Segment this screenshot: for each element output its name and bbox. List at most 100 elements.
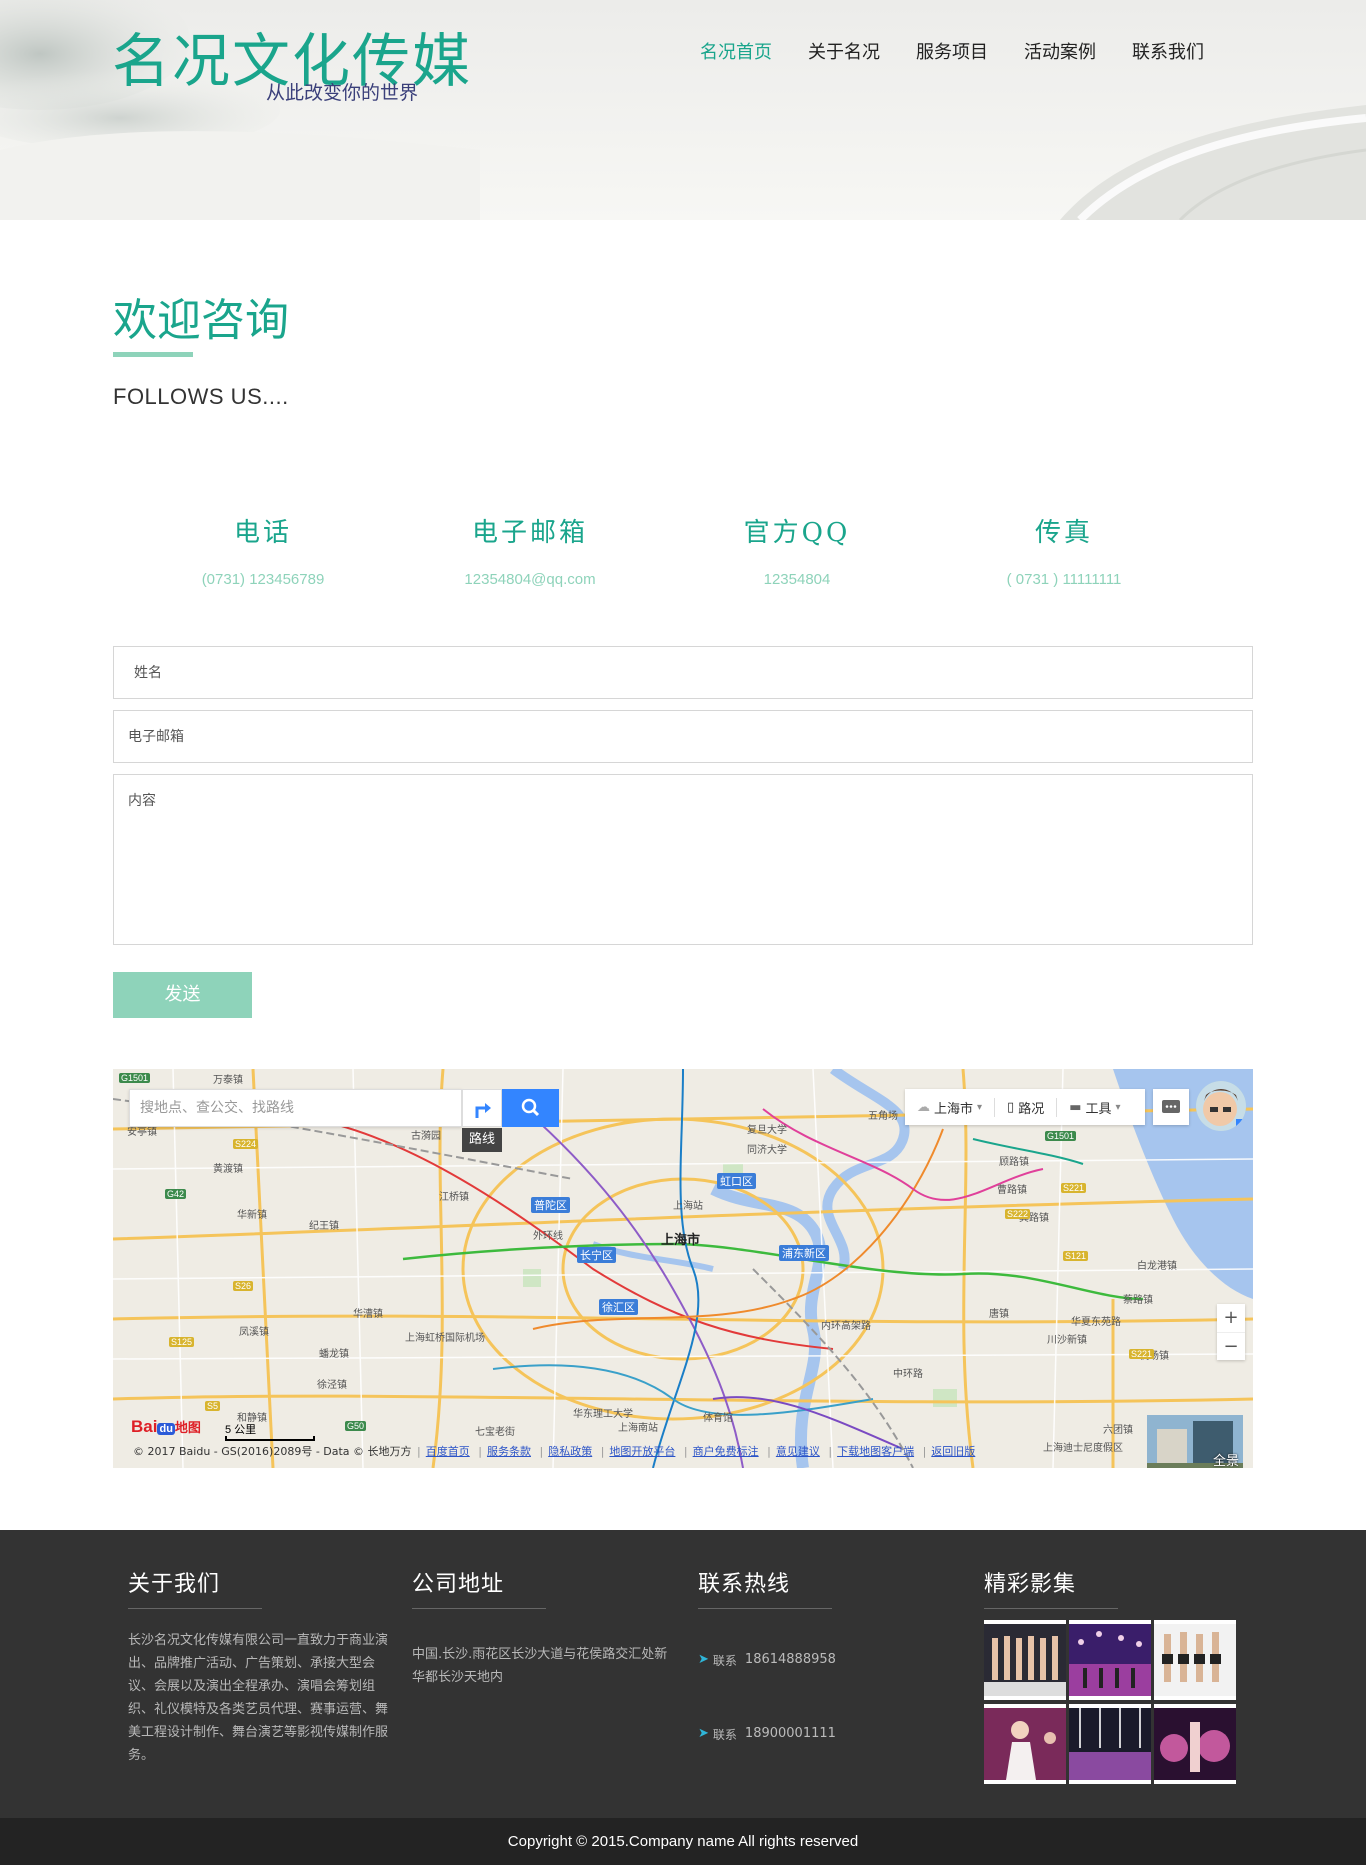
panorama-button[interactable]: 全景: [1147, 1415, 1243, 1468]
gallery-photo[interactable]: [984, 1704, 1066, 1784]
send-button[interactable]: 发送: [113, 972, 252, 1018]
footer-divider: [984, 1608, 1118, 1609]
map-road-shield: S222: [1005, 1209, 1031, 1219]
gallery-photo-image: [1069, 1624, 1151, 1696]
avatar-image: [1196, 1081, 1246, 1131]
nav-home[interactable]: 名况首页: [700, 38, 772, 64]
map-link[interactable]: 商户免费标注: [693, 1445, 759, 1458]
message-button[interactable]: [1153, 1089, 1189, 1125]
map-scale-bar: [225, 1436, 315, 1441]
nav-about[interactable]: 关于名况: [808, 38, 880, 64]
map-road-shield: S26: [233, 1281, 254, 1291]
map-link[interactable]: 意见建议: [776, 1445, 820, 1458]
copyright-bar: Copyright © 2015.Company name All rights…: [0, 1818, 1366, 1865]
site-header: 名况文化传媒 从此改变你的世界 名况首页 关于名况 服务项目 活动案例 联系我们: [0, 0, 1366, 220]
nav-cases[interactable]: 活动案例: [1024, 38, 1096, 64]
hotline-label: 联系: [712, 1654, 737, 1668]
map-road-shield: S221: [1129, 1349, 1155, 1359]
map-road-shield: S221: [1061, 1183, 1087, 1193]
route-button[interactable]: [462, 1089, 502, 1127]
toolbox-icon: ▬: [1069, 1099, 1082, 1115]
gallery-photo[interactable]: [984, 1620, 1066, 1700]
footer-address-text: 中国.长沙.雨花区长沙大道与花侯路交汇处新华都长沙天地内: [412, 1647, 668, 1685]
map-place-label: 中环路: [893, 1369, 923, 1380]
map-place-label: 徐泾镇: [317, 1380, 347, 1391]
map-place-label: 华新镇: [237, 1210, 267, 1221]
nav-contact[interactable]: 联系我们: [1132, 38, 1204, 64]
panorama-label: 全景: [1212, 1454, 1239, 1468]
map-place-label: 黄渡镇: [213, 1164, 243, 1175]
zoom-in-button[interactable]: +: [1217, 1304, 1245, 1332]
gallery-photo[interactable]: [1069, 1704, 1151, 1784]
message-textarea[interactable]: 内容: [113, 774, 1253, 945]
map-road-shield: S5: [205, 1401, 221, 1411]
gallery-photo[interactable]: [1069, 1620, 1151, 1700]
hotline-item: ➤ 联系 18900001111: [698, 1726, 836, 1743]
photo-gallery: [984, 1620, 1236, 1788]
gallery-photo-image: [1069, 1708, 1151, 1780]
footer-about-text: 长沙名况文化传媒有限公司一直致力于商业演出、品牌推广活动、广告策划、承接大型会议…: [128, 1633, 389, 1763]
nav-services[interactable]: 服务项目: [916, 38, 988, 64]
map-place-label: 纪王镇: [309, 1221, 339, 1232]
map-place-label: 体育馆: [703, 1413, 733, 1424]
tools-menu[interactable]: ▬ 工具 ▾: [1057, 1098, 1132, 1117]
map-link[interactable]: 下载地图客户端: [837, 1445, 914, 1458]
message-icon: [1162, 1100, 1180, 1113]
map-city-label: 上海市: [661, 1233, 701, 1248]
map-search-input[interactable]: 搜地点、查公交、找路线: [129, 1089, 462, 1127]
map-road-shield: G42: [165, 1189, 187, 1199]
route-tooltip: 路线: [462, 1128, 502, 1152]
contact-qq: 官方QQ 12354804: [667, 512, 927, 588]
traffic-light-icon: ▯: [1007, 1099, 1015, 1115]
map-canvas[interactable]: [113, 1069, 1253, 1468]
traffic-toggle[interactable]: ▯ 路况: [995, 1097, 1058, 1117]
gallery-photo[interactable]: [1154, 1620, 1236, 1700]
contact-phone-label: 电话: [233, 518, 292, 548]
gallery-photo[interactable]: [1154, 1704, 1236, 1784]
cloud-icon: ☁: [917, 1099, 930, 1115]
zoom-control: + −: [1217, 1304, 1245, 1360]
baidu-map[interactable]: 万泰镇 安亭镇 黄渡镇 华新镇 纪王镇 江桥镇 古漪园 复旦大学 同济大学 五角…: [113, 1069, 1253, 1468]
baidu-logo-text: Bai: [131, 1417, 158, 1436]
map-place-label: 顾路镇: [999, 1157, 1029, 1168]
map-place-label: 复旦大学: [747, 1125, 787, 1136]
map-place-label: 江桥镇: [439, 1192, 469, 1203]
gallery-photo-image: [984, 1624, 1066, 1696]
bird-icon: ➤: [698, 1652, 709, 1667]
footer-divider: [412, 1608, 546, 1609]
footer-about-title: 关于我们: [128, 1572, 221, 1597]
footer-hotline-title: 联系热线: [698, 1572, 791, 1597]
contact-fax: 传真 ( 0731 ) 11111111: [934, 512, 1194, 588]
map-district-label: 普陀区: [531, 1197, 570, 1213]
site-footer: 关于我们 长沙名况文化传媒有限公司一直致力于商业演出、品牌推广活动、广告策划、承…: [0, 1530, 1366, 1818]
email-input[interactable]: 电子邮箱: [113, 710, 1253, 763]
map-district-label: 虹口区: [717, 1173, 756, 1189]
hotline-phone[interactable]: 18614888958: [745, 1652, 836, 1667]
user-avatar[interactable]: [1196, 1081, 1246, 1131]
map-link[interactable]: 百度首页: [426, 1445, 470, 1458]
contact-title: 欢迎咨询: [113, 295, 289, 346]
map-link[interactable]: 返回旧版: [931, 1445, 975, 1458]
footer-about: 关于我们 长沙名况文化传媒有限公司一直致力于商业演出、品牌推广活动、广告策划、承…: [128, 1566, 388, 1767]
map-place-label: 华东理工大学: [573, 1409, 633, 1420]
city-selector[interactable]: ☁ 上海市 ▾: [905, 1097, 996, 1117]
bird-icon: ➤: [698, 1726, 709, 1741]
map-place-label: 上海虹桥国际机场: [405, 1333, 485, 1344]
hotline-phone[interactable]: 18900001111: [745, 1726, 836, 1741]
hotline-item: ➤ 联系 18614888958: [698, 1652, 836, 1669]
map-place-label: 古漪园: [411, 1131, 441, 1142]
name-input[interactable]: 姓名: [113, 646, 1253, 699]
map-place-label: 五角场: [868, 1111, 898, 1122]
map-link[interactable]: 服务条款: [487, 1445, 531, 1458]
chevron-down-icon: ▾: [977, 1101, 983, 1113]
contact-qq-label: 官方QQ: [743, 518, 851, 548]
map-link[interactable]: 地图开放平台: [609, 1445, 675, 1458]
map-district-label: 长宁区: [577, 1247, 616, 1263]
map-search-button[interactable]: [502, 1089, 559, 1127]
map-road-shield: G1501: [119, 1073, 151, 1083]
baidu-map-logo: Bai du 地图: [131, 1417, 201, 1437]
map-link[interactable]: 隐私政策: [548, 1445, 592, 1458]
gallery-photo-image: [1154, 1624, 1236, 1696]
route-icon: [475, 1103, 491, 1118]
zoom-out-button[interactable]: −: [1217, 1332, 1245, 1361]
